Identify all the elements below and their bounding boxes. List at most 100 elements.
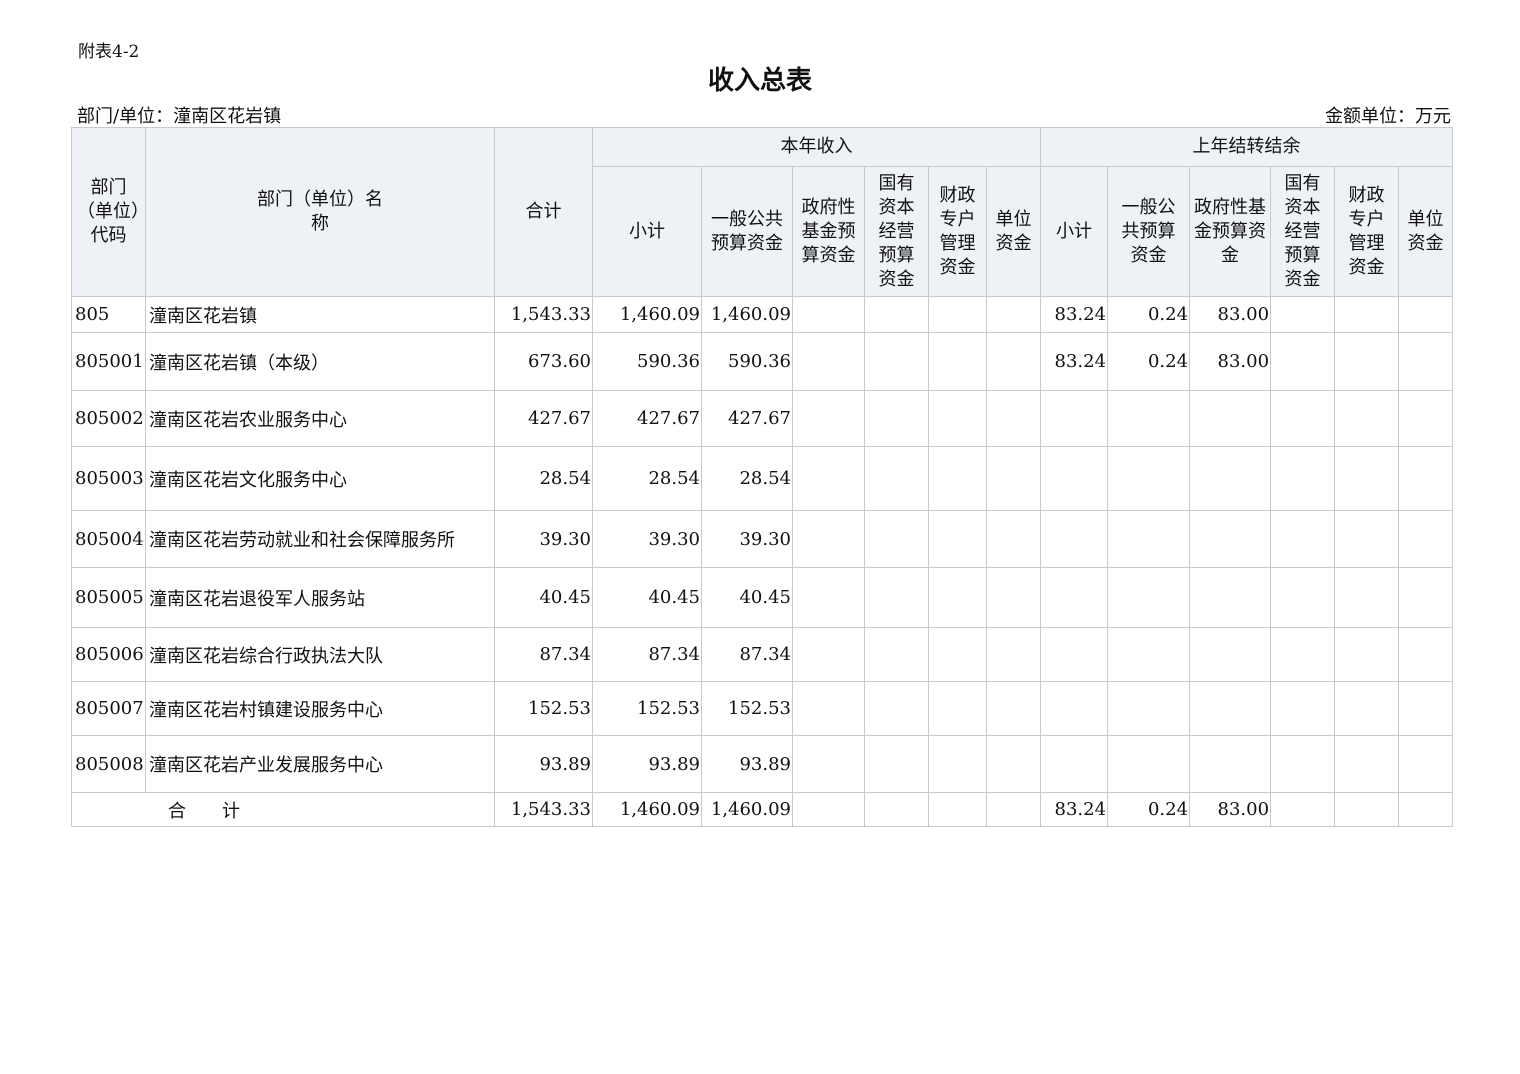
total-cur-general-budget: 1,460.09 (701, 792, 793, 827)
dept-code-cell: 805006 (71, 627, 146, 682)
cur-state-capital-cell (864, 390, 929, 447)
dept-code-cell: 805001 (71, 332, 146, 391)
table-row: 805002 潼南区花岩农业服务中心 427.67 427.67 427.67 (71, 390, 1454, 447)
prior-subtotal-cell (1040, 446, 1109, 511)
cur-general-budget-cell: 93.89 (701, 735, 793, 793)
cur-state-capital-cell (864, 296, 929, 333)
prior-special-account-cell (1334, 390, 1400, 447)
header-prior-unit-funds: 单位资金 (1398, 166, 1454, 297)
prior-gov-fund-cell (1189, 446, 1272, 511)
table-row: 805 潼南区花岩镇 1,543.33 1,460.09 1,460.09 83.24 0.… (71, 296, 1454, 333)
prior-unit-funds-cell (1398, 567, 1454, 628)
prior-gov-fund-cell (1189, 510, 1272, 568)
dept-name-cell: 潼南区花岩镇（本级） (145, 332, 495, 391)
table-row: 805003 潼南区花岩文化服务中心 28.54 28.54 28.54 (71, 446, 1454, 511)
dept-code-cell: 805002 (71, 390, 146, 447)
cur-gov-fund-cell (792, 390, 865, 447)
total-label: 合 计 (71, 792, 495, 827)
total-cell: 39.30 (494, 510, 593, 568)
cur-state-capital-cell (864, 627, 929, 682)
prior-subtotal-cell: 83.24 (1040, 296, 1109, 333)
total-cell: 427.67 (494, 390, 593, 447)
cur-general-budget-cell: 590.36 (701, 332, 793, 391)
cur-state-capital-cell (864, 332, 929, 391)
cur-unit-funds-cell (985, 735, 1042, 793)
dept-code-cell: 805008 (71, 735, 146, 793)
total-cell: 1,543.33 (494, 792, 593, 827)
prior-general-budget-cell (1107, 390, 1191, 447)
total-prior-unit-funds (1398, 792, 1454, 827)
prior-gov-fund-cell (1189, 390, 1272, 447)
cur-unit-funds-cell (985, 296, 1042, 333)
cur-gov-fund-cell (792, 735, 865, 793)
total-prior-gov-fund: 83.00 (1189, 792, 1272, 827)
dept-name-cell: 潼南区花岩综合行政执法大队 (145, 627, 495, 682)
dept-code-cell: 805007 (71, 681, 146, 736)
total-cell: 40.45 (494, 567, 593, 628)
cur-subtotal-cell: 427.67 (592, 390, 702, 447)
dept-code-cell: 805004 (71, 510, 146, 568)
prior-subtotal-cell (1040, 390, 1109, 447)
table-row: 805007 潼南区花岩村镇建设服务中心 152.53 152.53 152.53 (71, 681, 1454, 736)
header-prior-general-budget: 一般公共预算资金 (1107, 166, 1191, 297)
prior-gov-fund-cell (1189, 681, 1272, 736)
prior-gov-fund-cell (1189, 735, 1272, 793)
cur-subtotal-cell: 152.53 (592, 681, 702, 736)
cur-general-budget-cell: 152.53 (701, 681, 793, 736)
cur-unit-funds-cell (985, 446, 1042, 511)
table-row: 805006 潼南区花岩综合行政执法大队 87.34 87.34 87.34 (71, 627, 1454, 682)
dept-name-cell: 潼南区花岩镇 (145, 296, 495, 333)
cur-general-budget-cell: 87.34 (701, 627, 793, 682)
prior-gov-fund-cell: 83.00 (1189, 296, 1272, 333)
prior-unit-funds-cell (1398, 332, 1454, 391)
cur-state-capital-cell (864, 681, 929, 736)
dept-name-cell: 潼南区花岩村镇建设服务中心 (145, 681, 495, 736)
table-row: 805004 潼南区花岩劳动就业和社会保障服务所 39.30 39.30 39.30 (71, 510, 1454, 568)
total-cell: 87.34 (494, 627, 593, 682)
cur-unit-funds-cell (985, 567, 1042, 628)
header-prior-special-account: 财政专户管理资金 (1334, 166, 1400, 297)
prior-special-account-cell (1334, 567, 1400, 628)
cur-gov-fund-cell (792, 296, 865, 333)
total-cur-gov-fund (792, 792, 865, 827)
dept-code-cell: 805 (71, 296, 146, 333)
cur-subtotal-cell: 28.54 (592, 446, 702, 511)
table-row: 805001 潼南区花岩镇（本级） 673.60 590.36 590.36 83.24 0… (71, 332, 1454, 391)
cur-special-account-cell (928, 735, 987, 793)
prior-special-account-cell (1334, 332, 1400, 391)
prior-gov-fund-cell (1189, 567, 1272, 628)
total-cur-special-account (928, 792, 987, 827)
total-cell: 1,543.33 (494, 296, 593, 333)
prior-general-budget-cell: 0.24 (1107, 332, 1191, 391)
header-cur-general-budget: 一般公共预算资金 (701, 166, 793, 297)
department-label: 部门/单位：潼南区花岩镇 (77, 106, 282, 127)
header-cur-unit-funds: 单位资金 (985, 166, 1042, 297)
total-row: 合 计 1,543.33 1,460.09 1,460.09 83.24 0.2… (71, 792, 1454, 827)
prior-special-account-cell (1334, 681, 1400, 736)
cur-subtotal-cell: 39.30 (592, 510, 702, 568)
cur-special-account-cell (928, 627, 987, 682)
page-title: 收入总表 (707, 66, 812, 96)
dept-name-cell: 潼南区花岩产业发展服务中心 (145, 735, 495, 793)
cur-gov-fund-cell (792, 681, 865, 736)
prior-gov-fund-cell (1189, 627, 1272, 682)
cur-special-account-cell (928, 390, 987, 447)
prior-special-account-cell (1334, 627, 1400, 682)
cur-subtotal-cell: 93.89 (592, 735, 702, 793)
header-prior-gov-fund: 政府性基金预算资金 (1189, 166, 1272, 297)
total-cell: 28.54 (494, 446, 593, 511)
prior-unit-funds-cell (1398, 510, 1454, 568)
cur-unit-funds-cell (985, 510, 1042, 568)
prior-state-capital-cell (1270, 296, 1336, 333)
prior-state-capital-cell (1270, 681, 1336, 736)
cur-special-account-cell (928, 332, 987, 391)
total-prior-special-account (1334, 792, 1400, 827)
prior-special-account-cell (1334, 296, 1400, 333)
cur-state-capital-cell (864, 510, 929, 568)
header-prior-subtotal: 小计 (1040, 166, 1109, 297)
cur-subtotal-cell: 40.45 (592, 567, 702, 628)
cur-special-account-cell (928, 567, 987, 628)
cur-state-capital-cell (864, 735, 929, 793)
prior-state-capital-cell (1270, 510, 1336, 568)
prior-subtotal-cell: 83.24 (1040, 332, 1109, 391)
